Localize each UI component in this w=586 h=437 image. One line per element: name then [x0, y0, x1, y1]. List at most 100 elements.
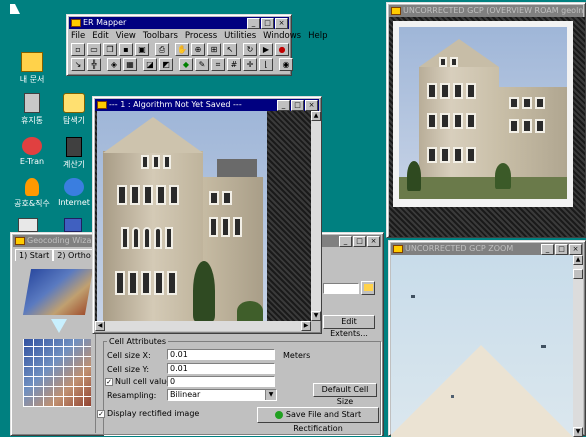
scroll-down-icon[interactable]: ▼ [311, 311, 321, 321]
pointer-icon[interactable]: ↖ [223, 43, 237, 56]
menu-windows[interactable]: Windows [263, 31, 301, 41]
menu-edit[interactable]: Edit [92, 31, 108, 41]
internet-icon[interactable]: Internet [52, 178, 96, 207]
scroll-up-icon[interactable]: ▲ [573, 255, 583, 265]
minimize-icon[interactable]: _ [247, 18, 260, 29]
hand-icon[interactable]: ✋ [175, 43, 189, 56]
annotate-icon[interactable]: ✎ [195, 58, 209, 71]
null-cell-input[interactable]: 0 [167, 376, 275, 387]
maximize-icon[interactable]: □ [261, 18, 274, 29]
zoom-box-icon[interactable]: ⊞ [207, 43, 221, 56]
stop-icon[interactable]: ● [275, 43, 289, 56]
menu-process[interactable]: Process [185, 31, 217, 41]
overview-image[interactable] [393, 21, 573, 207]
default-cell-size-button[interactable]: Default Cell Size [313, 383, 377, 406]
minimize-icon[interactable]: _ [541, 244, 554, 255]
recycle-bin-icon[interactable]: 휴지통 [10, 93, 54, 126]
maximize-icon[interactable]: □ [555, 244, 568, 255]
close-icon[interactable]: × [569, 244, 582, 255]
ermapper-app-icon [71, 19, 81, 27]
go-green-icon [274, 410, 283, 419]
resampling-select[interactable]: Bilinear ▼ [167, 389, 277, 401]
null-cell-checkbox[interactable]: ✓ [105, 377, 113, 386]
vector-icon[interactable]: ⌗ [211, 58, 225, 71]
explorer-icon[interactable]: 탐색기 [52, 93, 96, 126]
algorithm-vertical-scrollbar[interactable]: ▲ ▼ [311, 111, 321, 321]
chevron-down-icon[interactable]: ▼ [265, 390, 276, 400]
cell-size-y-input[interactable]: 0.01 [167, 363, 275, 374]
output-file-field[interactable] [323, 283, 359, 294]
maximize-icon[interactable]: □ [353, 236, 366, 247]
app-figure-icon[interactable]: 공호&직수 [10, 178, 54, 209]
calculator-icon[interactable]: 계산기 [52, 137, 96, 170]
scroll-up-icon[interactable]: ▲ [311, 111, 321, 121]
zoom-vertical-scrollbar[interactable]: ▲ ▼ [573, 255, 583, 437]
close-icon[interactable]: × [275, 18, 288, 29]
maximize-icon[interactable]: □ [291, 100, 304, 111]
menu-toolbars[interactable]: Toolbars [143, 31, 178, 41]
scroll-thumb[interactable] [573, 269, 583, 279]
copy-icon[interactable]: ❐ [103, 43, 117, 56]
cursor-arrow-icon [10, 4, 20, 14]
source-image-thumbnail [22, 269, 94, 315]
zoom-image[interactable] [391, 255, 573, 437]
menu-view[interactable]: View [116, 31, 136, 41]
desktop-icon-label: E-Tran [19, 157, 45, 166]
display-rectified-row[interactable]: ✓ Display rectified image [97, 409, 199, 418]
menu-utilities[interactable]: Utilities [224, 31, 256, 41]
formula-icon[interactable]: ▦ [123, 58, 137, 71]
grid-icon[interactable]: # [227, 58, 241, 71]
geocode-icon[interactable]: ◩ [159, 58, 173, 71]
scroll-left-icon[interactable]: ◀ [95, 321, 105, 331]
desktop-partial-icon[interactable] [64, 218, 82, 232]
close-icon[interactable]: × [367, 236, 380, 247]
minimize-icon[interactable]: _ [277, 100, 290, 111]
new-icon[interactable]: ▫ [71, 43, 85, 56]
zoom-in-icon[interactable]: ⊕ [191, 43, 205, 56]
algorithm-image[interactable] [97, 111, 267, 321]
algorithm-horizontal-scrollbar[interactable]: ◀ ▶ [95, 321, 311, 331]
layer-icon[interactable]: ╬ [87, 58, 101, 71]
save-as-icon[interactable]: ▣ [135, 43, 149, 56]
info-icon[interactable]: ◉ [279, 58, 293, 71]
desktop-partial-icon[interactable] [18, 218, 38, 232]
cell-size-x-input[interactable]: 0.01 [167, 349, 275, 360]
desktop-icon-label: Internet [58, 198, 90, 207]
display-rectified-checkbox[interactable]: ✓ [97, 409, 105, 418]
my-documents-icon[interactable]: 내 문서 [10, 52, 54, 85]
tab-start[interactable]: 1) Start [15, 249, 54, 261]
ermapper-titlebar[interactable]: ER Mapper _ □ × [69, 17, 289, 29]
minimize-icon[interactable]: _ [339, 236, 352, 247]
algorithm-icon[interactable]: ◈ [107, 58, 121, 71]
arrow-down-icon [51, 319, 67, 333]
save-icon[interactable]: ▪ [119, 43, 133, 56]
overview-titlebar[interactable]: UNCORRECTED GCP (OVERVIEW ROAM geolnk) [389, 5, 583, 17]
close-icon[interactable]: × [305, 100, 318, 111]
rectified-grid-thumbnail [23, 339, 91, 407]
save-start-rectification-button[interactable]: Save File and Start Rectification [257, 407, 379, 433]
dataset-icon[interactable]: ◪ [143, 58, 157, 71]
browse-folder-icon[interactable] [361, 281, 375, 295]
algorithm-titlebar[interactable]: --- 1 : Algorithm Not Yet Saved --- _ □ … [95, 99, 319, 111]
edit-pointer-icon[interactable]: ↘ [71, 58, 85, 71]
scroll-right-icon[interactable]: ▶ [301, 321, 311, 331]
menu-help[interactable]: Help [308, 31, 327, 41]
refresh-icon[interactable]: ↻ [243, 43, 257, 56]
zoom-window: UNCORRECTED GCP ZOOM _ □ × ▲ ▼ [388, 240, 586, 437]
chart-icon[interactable]: ⌊ [259, 58, 273, 71]
classify-icon[interactable]: ◆ [179, 58, 193, 71]
crosshair-icon[interactable]: ✛ [243, 58, 257, 71]
overview-window: UNCORRECTED GCP (OVERVIEW ROAM geolnk) [386, 2, 586, 238]
menu-file[interactable]: File [71, 31, 85, 41]
null-cell-checkbox-row[interactable]: ✓ Null cell value: [105, 377, 174, 386]
edit-extents-button[interactable]: Edit Extents... [323, 315, 375, 338]
desktop-icon-label: 공호&직수 [14, 199, 50, 208]
cell-size-y-label: Cell size Y: [107, 365, 150, 374]
window-title: --- 1 : Algorithm Not Yet Saved --- [109, 100, 242, 109]
etran-icon[interactable]: E-Tran [10, 137, 54, 166]
window-title: UNCORRECTED GCP (OVERVIEW ROAM geolnk) [403, 6, 583, 15]
print-icon[interactable]: ⎙ [155, 43, 169, 56]
zoom-titlebar[interactable]: UNCORRECTED GCP ZOOM _ □ × [391, 243, 583, 255]
open-icon[interactable]: ▭ [87, 43, 101, 56]
go-icon[interactable]: ▶ [259, 43, 273, 56]
